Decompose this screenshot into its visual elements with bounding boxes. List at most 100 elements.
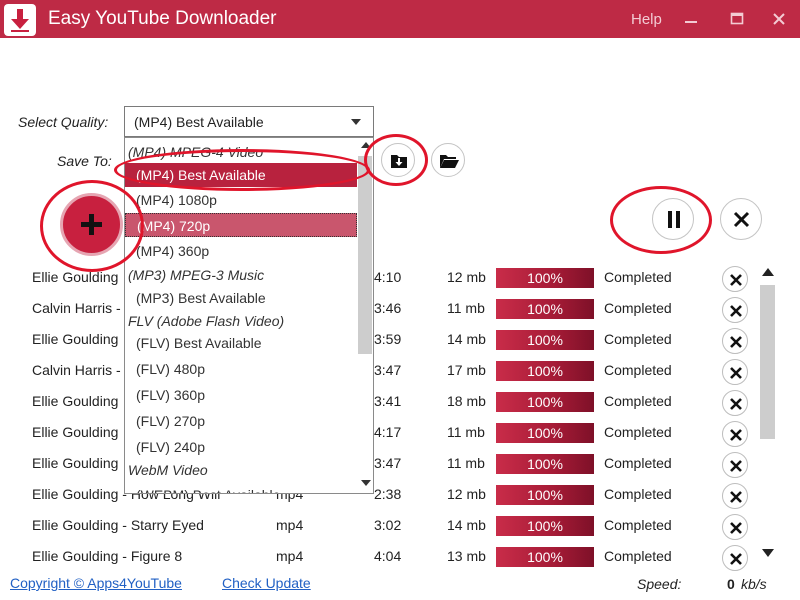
- close-icon: [730, 491, 742, 503]
- remove-download-button[interactable]: [722, 266, 748, 292]
- download-size: 11 mb: [447, 300, 485, 316]
- remove-download-button[interactable]: [722, 514, 748, 540]
- help-link[interactable]: Help: [631, 11, 662, 28]
- download-progress-bar: 100%: [496, 423, 594, 443]
- dropdown-scroll-down-arrow[interactable]: [361, 480, 371, 486]
- annotation-circle: [114, 149, 370, 191]
- dropdown-option[interactable]: (FLV) Best Available: [125, 331, 357, 355]
- dropdown-option[interactable]: (FLV) 270p: [125, 409, 357, 433]
- remove-download-button[interactable]: [722, 483, 748, 509]
- scroll-down-arrow[interactable]: [762, 549, 774, 557]
- download-size: 12 mb: [447, 269, 486, 285]
- copyright-link[interactable]: Copyright © Apps4YouTube: [10, 575, 182, 591]
- open-folder-button[interactable]: [431, 143, 465, 177]
- download-progress-bar: 100%: [496, 454, 594, 474]
- download-title: Ellie Goulding: [32, 424, 119, 440]
- download-title: Ellie Goulding - Starry Eyed: [32, 517, 204, 533]
- remove-download-button[interactable]: [722, 545, 748, 571]
- dropdown-option-label: (MP4) 1080p: [136, 192, 217, 208]
- dropdown-option[interactable]: (MP4) 360p: [125, 239, 357, 263]
- quality-select[interactable]: (MP4) Best Available: [124, 106, 374, 137]
- download-size: 14 mb: [447, 517, 486, 533]
- download-duration: 3:59: [374, 331, 402, 347]
- maximize-button[interactable]: [726, 8, 748, 30]
- download-status: Completed: [604, 486, 672, 502]
- download-status: Completed: [604, 455, 672, 471]
- download-status: Completed: [604, 331, 672, 347]
- download-progress-bar: 100%: [496, 547, 594, 567]
- dropdown-option-label: (FLV) 270p: [136, 413, 205, 429]
- download-duration: 3:02: [374, 517, 402, 533]
- remove-download-button[interactable]: [722, 359, 748, 385]
- download-duration: 3:46: [374, 300, 402, 316]
- download-progress-bar: 100%: [496, 361, 594, 381]
- download-status: Completed: [604, 393, 672, 409]
- dropdown-option-label: (MP4) 360p: [136, 243, 210, 259]
- table-row: Ellie Goulding 3:41 18 mb 100% Completed: [0, 387, 760, 418]
- download-progress-bar: 100%: [496, 516, 594, 536]
- download-size: 14 mb: [447, 331, 486, 347]
- download-title: Ellie Goulding - Figure 8: [32, 548, 183, 564]
- dropdown-option-label: (FLV) 240p: [136, 439, 205, 455]
- close-window-button[interactable]: [768, 8, 790, 30]
- download-duration: 3:47: [374, 362, 402, 378]
- minimize-button[interactable]: [680, 8, 702, 30]
- cancel-all-button[interactable]: [720, 198, 762, 240]
- dropdown-option[interactable]: (MP4) 720p: [125, 213, 357, 237]
- list-scrollbar-thumb[interactable]: [760, 285, 775, 439]
- annotation-circle: [40, 180, 144, 272]
- download-title: Calvin Harris -: [32, 300, 121, 316]
- download-title: Ellie Goulding: [32, 331, 119, 347]
- folder-open-icon: [440, 155, 459, 168]
- download-status: Completed: [604, 548, 672, 564]
- download-format: mp4: [276, 517, 304, 533]
- table-row: Calvin Harris - 3:46 11 mb 100% Completed: [0, 294, 760, 325]
- scroll-up-arrow[interactable]: [762, 268, 774, 276]
- chevron-down-icon: [351, 119, 361, 125]
- dropdown-option[interactable]: (MP3) Best Available: [125, 286, 357, 310]
- table-row: Calvin Harris - 3:47 17 mb 100% Completed: [0, 356, 760, 387]
- remove-download-button[interactable]: [722, 297, 748, 323]
- download-size: 12 mb: [447, 486, 486, 502]
- download-duration: 4:04: [374, 548, 402, 564]
- remove-download-button[interactable]: [722, 390, 748, 416]
- speed-value: 0: [727, 576, 735, 592]
- close-icon: [730, 398, 742, 410]
- dropdown-option-label: (MP3) Best Available: [136, 290, 266, 306]
- remove-download-button[interactable]: [722, 452, 748, 478]
- title-bar: Easy YouTube Downloader Help: [0, 0, 800, 38]
- dropdown-option[interactable]: (FLV) 360p: [125, 383, 357, 407]
- dropdown-option[interactable]: (FLV) 480p: [125, 357, 357, 381]
- save-to-label: Save To:: [57, 153, 112, 169]
- table-row: Ellie Goulding 3:59 14 mb 100% Completed: [0, 325, 760, 356]
- close-icon: [730, 367, 742, 379]
- download-progress-bar: 100%: [496, 485, 594, 505]
- dropdown-option[interactable]: (MP4) 1080p: [125, 188, 357, 212]
- dropdown-option-label: WebM Video: [128, 462, 208, 478]
- download-duration: 3:41: [374, 393, 402, 409]
- close-icon: [730, 460, 742, 472]
- download-status: Completed: [604, 424, 672, 440]
- download-status: Completed: [604, 362, 672, 378]
- window-title: Easy YouTube Downloader: [48, 8, 277, 29]
- download-size: 18 mb: [447, 393, 486, 409]
- annotation-circle: [610, 186, 712, 254]
- dropdown-group-header: FLV (Adobe Flash Video): [125, 310, 357, 332]
- dropdown-option-label: (MP3) MPEG-3 Music: [128, 267, 265, 283]
- dropdown-scrollbar-thumb[interactable]: [358, 156, 372, 354]
- download-status: Completed: [604, 517, 672, 533]
- dropdown-option[interactable]: (FLV) 240p: [125, 435, 357, 459]
- close-icon: [730, 305, 742, 317]
- remove-download-button[interactable]: [722, 421, 748, 447]
- check-update-link[interactable]: Check Update: [222, 575, 311, 591]
- download-arrow-icon: [4, 4, 36, 36]
- download-size: 11 mb: [447, 424, 485, 440]
- dropdown-option-label: (FLV) 480p: [136, 361, 205, 377]
- dropdown-group-header: (MP3) MPEG-3 Music: [125, 264, 357, 286]
- remove-download-button[interactable]: [722, 328, 748, 354]
- download-title: Ellie Goulding: [32, 393, 119, 409]
- close-icon: [730, 336, 742, 348]
- dropdown-option[interactable]: (WEBM) Best Available: [125, 483, 357, 493]
- dropdown-group-header: WebM Video: [125, 459, 357, 481]
- download-duration: 4:17: [374, 424, 402, 440]
